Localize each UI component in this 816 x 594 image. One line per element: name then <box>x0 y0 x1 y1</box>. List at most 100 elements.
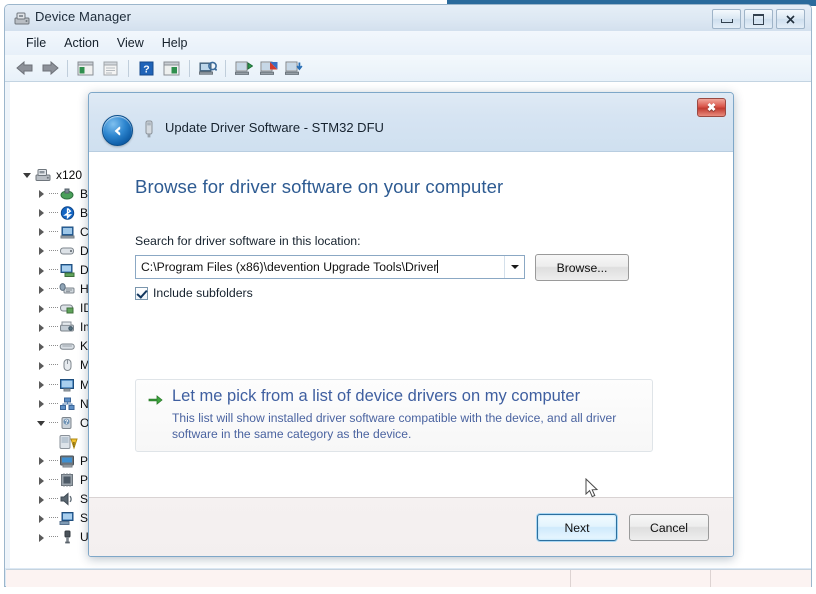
tree-connector <box>49 479 58 481</box>
maximize-button[interactable] <box>744 9 773 29</box>
tree-connector <box>49 326 58 328</box>
ports-icon <box>59 453 76 469</box>
show-hide-console-tree-icon[interactable] <box>74 57 97 79</box>
update-driver-icon[interactable] <box>160 57 183 79</box>
expander-icon[interactable] <box>36 226 47 237</box>
expander-icon[interactable] <box>36 475 47 486</box>
expander-icon[interactable] <box>36 322 47 333</box>
expander-icon[interactable] <box>36 207 47 218</box>
include-subfolders-label: Include subfolders <box>153 286 253 300</box>
device-manager-icon <box>14 10 30 26</box>
tree-connector <box>49 402 58 405</box>
tree-connector <box>49 307 58 309</box>
expander-icon[interactable] <box>36 188 47 199</box>
update-driver-dialog: ✖ Update Driver Software - STM32 DFU Bro… <box>88 92 734 557</box>
title-bar: Device Manager <box>5 5 811 31</box>
expander-icon[interactable] <box>36 341 47 352</box>
window-controls <box>712 9 805 29</box>
expander-icon[interactable] <box>36 303 47 314</box>
toolbar-separator <box>189 59 190 77</box>
imaging-devices-icon <box>59 319 76 335</box>
toolbar-separator <box>128 59 129 77</box>
dialog-heading: Browse for driver software on your compu… <box>135 176 504 197</box>
location-combobox[interactable]: C:\Program Files (x86)\devention Upgrade… <box>135 255 525 279</box>
toolbar: ? <box>5 55 811 82</box>
usb-device-icon <box>142 119 156 139</box>
processors-icon <box>59 472 76 488</box>
expander-icon[interactable] <box>22 169 33 180</box>
expander-icon[interactable] <box>36 245 47 256</box>
chevron-down-icon[interactable] <box>504 256 524 278</box>
status-pane-1 <box>6 570 571 587</box>
usb-controllers-icon <box>59 529 76 545</box>
expander-icon[interactable] <box>36 494 47 505</box>
human-interface-devices-icon <box>59 281 76 297</box>
enable-device-icon[interactable] <box>232 57 255 79</box>
expander-icon[interactable] <box>36 284 47 295</box>
screen: Device Manager File Action View Help ? x… <box>0 0 816 594</box>
next-button[interactable]: Next <box>537 514 617 541</box>
minimize-button[interactable] <box>712 9 741 29</box>
status-pane-2 <box>571 570 711 587</box>
expander-icon[interactable] <box>36 379 47 390</box>
expander-icon[interactable] <box>36 398 47 409</box>
dialog-body: Browse for driver software on your compu… <box>89 152 733 497</box>
menu-view[interactable]: View <box>108 33 153 53</box>
dialog-close-button[interactable]: ✖ <box>697 98 726 117</box>
browse-button[interactable]: Browse... <box>535 254 629 281</box>
location-label: Search for driver software in this locat… <box>135 234 361 248</box>
text-caret <box>437 260 439 273</box>
bluetooth-icon <box>59 205 76 221</box>
tree-root-label: x120 <box>56 167 83 182</box>
green-arrow-icon <box>148 393 163 407</box>
expander-icon[interactable] <box>36 513 47 524</box>
other-devices-icon: ? <box>59 415 76 431</box>
back-icon[interactable] <box>13 57 36 79</box>
window-title: Device Manager <box>35 9 132 24</box>
unknown-device-warning-icon: ! <box>58 434 78 450</box>
menu-file[interactable]: File <box>17 33 55 53</box>
expander-icon[interactable] <box>36 360 47 371</box>
uninstall-device-icon[interactable] <box>282 57 305 79</box>
expander-icon[interactable] <box>36 417 47 428</box>
location-value: C:\Program Files (x86)\devention Upgrade… <box>141 260 438 274</box>
include-subfolders-checkbox-row[interactable]: Include subfolders <box>135 286 253 300</box>
computer-icon <box>35 167 52 183</box>
disable-device-icon[interactable] <box>257 57 280 79</box>
dialog-title: Update Driver Software - STM32 DFU <box>165 120 384 135</box>
network-adapters-icon <box>59 396 76 412</box>
properties-icon[interactable] <box>99 57 122 79</box>
system-devices-icon <box>59 510 76 526</box>
svg-text:?: ? <box>65 420 69 426</box>
toolbar-separator <box>67 59 68 77</box>
cancel-button[interactable]: Cancel <box>629 514 709 541</box>
menu-action[interactable]: Action <box>55 33 108 53</box>
scan-for-hardware-changes-icon[interactable] <box>196 57 219 79</box>
location-input[interactable]: C:\Program Files (x86)\devention Upgrade… <box>136 260 504 274</box>
status-bar <box>6 569 811 587</box>
tree-connector <box>49 498 58 500</box>
include-subfolders-checkbox[interactable] <box>135 286 148 300</box>
disk-drives-icon <box>59 243 76 259</box>
tree-connector <box>49 192 58 195</box>
svg-text:!: ! <box>73 441 75 448</box>
tree-connector <box>49 249 58 252</box>
expander-icon[interactable] <box>36 455 47 466</box>
expander-icon[interactable] <box>36 265 47 276</box>
close-button[interactable] <box>776 9 805 29</box>
computer-icon <box>59 224 76 240</box>
sound-video-game-controllers-icon <box>59 491 76 507</box>
dialog-footer: Next Cancel <box>89 497 733 556</box>
forward-icon[interactable] <box>38 57 61 79</box>
display-adapters-icon <box>59 262 76 278</box>
tree-connector <box>49 211 58 214</box>
menu-help[interactable]: Help <box>153 33 197 53</box>
tree-connector <box>49 288 58 290</box>
back-arrow-icon[interactable] <box>102 115 133 146</box>
tree-connector <box>49 383 58 386</box>
let-me-pick-option[interactable]: Let me pick from a list of device driver… <box>135 379 653 452</box>
batteries-icon <box>59 186 76 202</box>
tree-connector <box>49 517 58 519</box>
expander-icon[interactable] <box>36 532 47 543</box>
help-icon[interactable]: ? <box>135 57 158 79</box>
